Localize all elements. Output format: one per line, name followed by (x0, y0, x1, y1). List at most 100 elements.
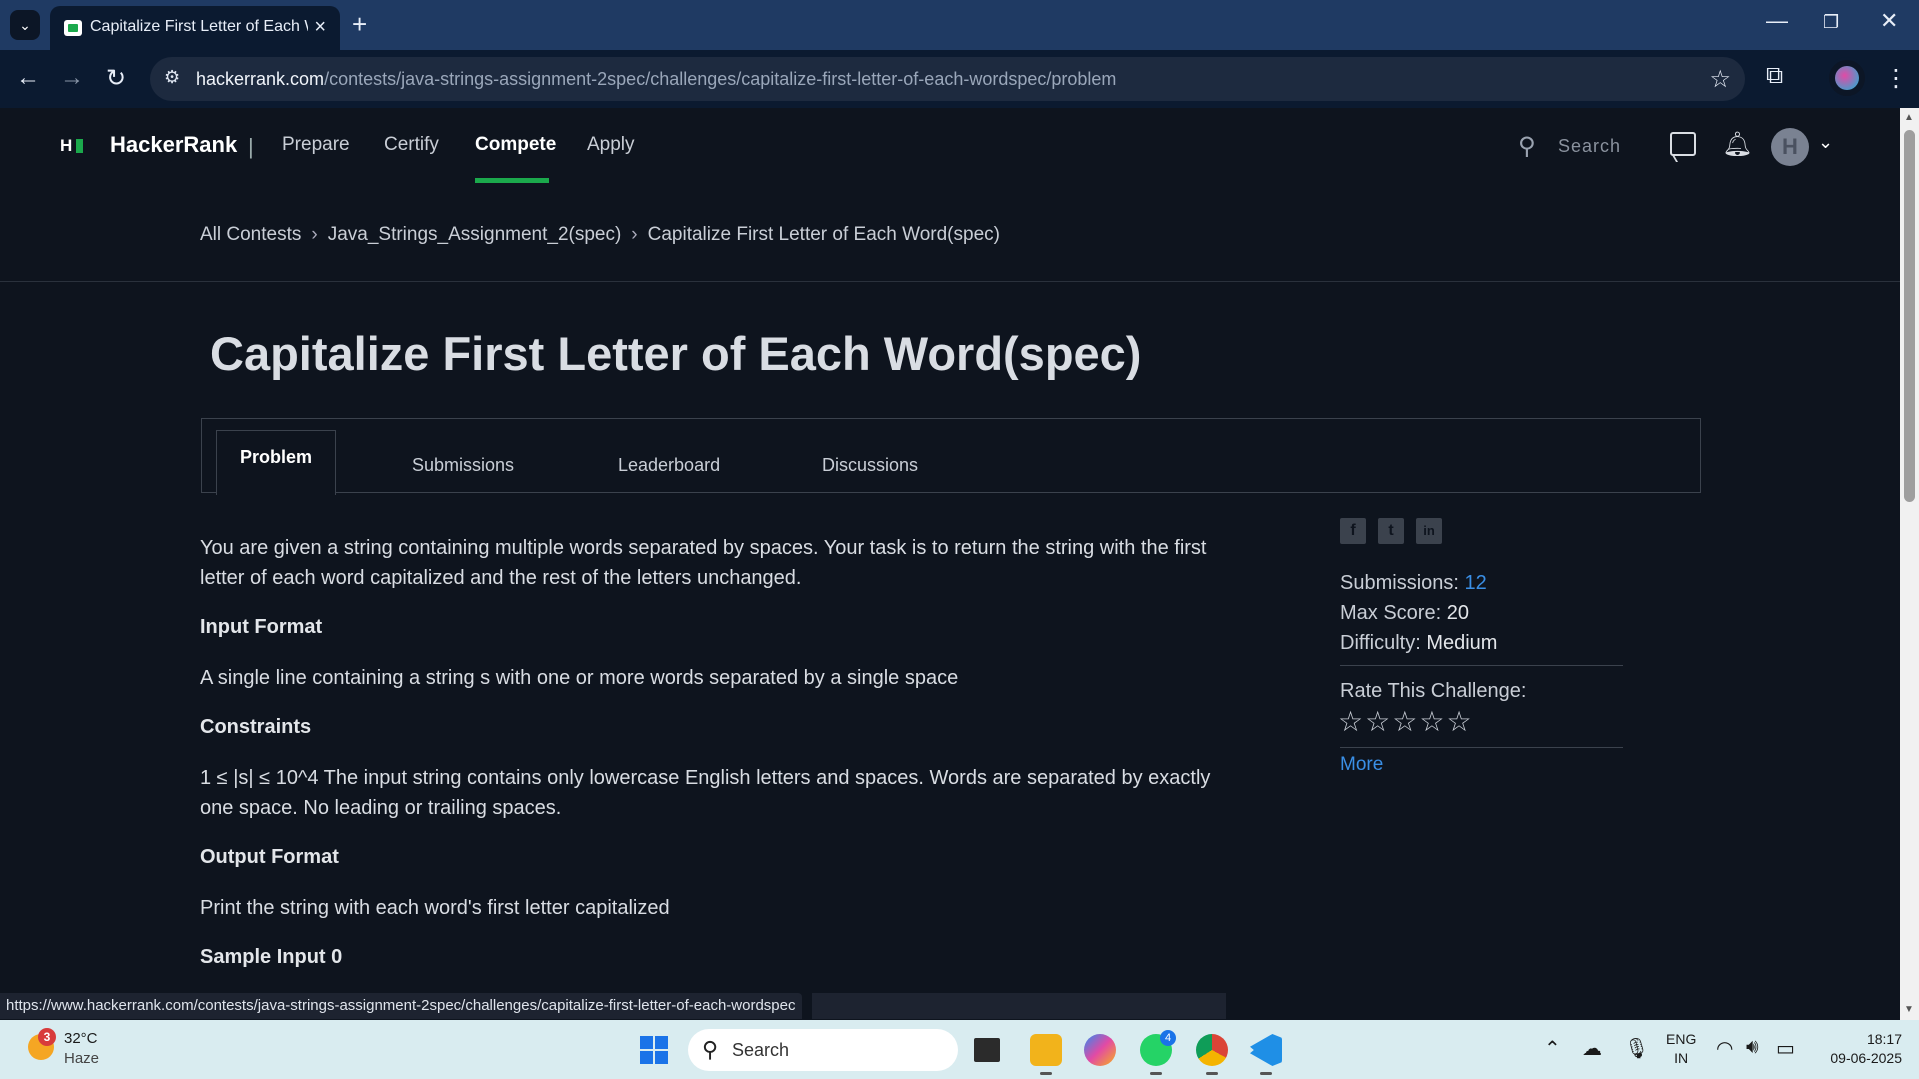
system-clock[interactable]: 18:17 09-06-2025 (1812, 1030, 1902, 1068)
clock-time: 18:17 (1866, 1031, 1902, 1047)
close-tab-icon[interactable]: × (314, 16, 326, 39)
chat-icon[interactable] (1670, 132, 1696, 156)
chevron-down-icon: ⌄ (19, 16, 31, 33)
volume-icon[interactable]: 🔊︎ (1746, 1036, 1759, 1059)
tab-problem[interactable]: Problem (216, 430, 336, 495)
close-window-icon[interactable]: ✕ (1880, 8, 1898, 34)
copilot-icon[interactable] (1084, 1034, 1116, 1066)
page-title: Capitalize First Letter of Each Word(spe… (210, 327, 1142, 380)
star-icon[interactable]: ☆ (1365, 706, 1392, 737)
chevron-right-icon: › (631, 224, 638, 245)
twitter-share-icon[interactable]: t (1378, 518, 1404, 544)
rating-stars: ☆☆☆☆☆ (1338, 705, 1474, 738)
challenge-tabs: Problem Submissions Leaderboard Discussi… (201, 418, 1701, 495)
weather-description[interactable]: Haze (64, 1050, 99, 1067)
running-indicator (1150, 1072, 1162, 1075)
scroll-up-icon[interactable]: ▲ (1904, 112, 1914, 123)
input-format-heading: Input Format (200, 616, 323, 638)
scroll-down-icon[interactable]: ▼ (1904, 1004, 1914, 1015)
tab-search-button[interactable]: ⌄ (10, 10, 40, 40)
status-bar-bg (812, 993, 1226, 1019)
divider (0, 281, 1900, 282)
breadcrumb-challenge[interactable]: Capitalize First Letter of Each Word(spe… (648, 224, 1000, 245)
windows-start-icon[interactable] (640, 1036, 668, 1064)
whatsapp-badge: 4 (1160, 1030, 1176, 1046)
sample-input-heading: Sample Input 0 (200, 946, 343, 968)
nav-prepare[interactable]: Prepare (282, 134, 350, 156)
linkedin-share-icon[interactable]: in (1416, 518, 1442, 544)
hackerrank-logo-icon[interactable]: H (60, 136, 83, 155)
star-icon[interactable]: ☆ (1392, 706, 1419, 737)
facebook-share-icon[interactable]: f (1340, 518, 1366, 544)
search-icon[interactable]: ⚲ (1518, 132, 1536, 161)
new-tab-icon[interactable]: + (352, 10, 367, 38)
breadcrumb: All Contests › Java_Strings_Assignment_2(s… (200, 224, 1000, 246)
active-nav-underline (475, 178, 549, 183)
browser-toolbar: ← → ↻ ⚙ hackerrank.com/contests/java-str… (0, 50, 1919, 108)
file-explorer-icon[interactable] (1030, 1034, 1062, 1066)
onedrive-icon[interactable]: ☁ (1582, 1036, 1602, 1061)
submissions-count-link[interactable]: 12 (1465, 572, 1487, 594)
vscode-icon[interactable] (1250, 1034, 1282, 1066)
input-format-text: A single line containing a string s with… (200, 667, 959, 689)
nav-apply[interactable]: Apply (587, 134, 635, 156)
chevron-down-icon[interactable]: ⌄ (1818, 132, 1833, 153)
restore-icon[interactable]: ❐ (1823, 12, 1839, 33)
difficulty-stat: Difficulty: Medium (1340, 632, 1497, 655)
chrome-icon[interactable] (1196, 1034, 1228, 1066)
taskbar-search-label: Search (732, 1040, 790, 1060)
difficulty-value: Medium (1426, 632, 1498, 654)
browser-tab-bar: ⌄ Capitalize First Letter of Each W × + … (0, 0, 1919, 50)
address-bar[interactable]: ⚙ hackerrank.com/contests/java-strings-a… (150, 57, 1745, 101)
page-scrollbar[interactable]: ▲ ▼ (1900, 108, 1919, 1020)
star-icon[interactable]: ☆ (1419, 706, 1446, 737)
back-icon[interactable]: ← (16, 64, 40, 92)
user-avatar[interactable]: H (1771, 128, 1809, 166)
tab-leaderboard[interactable]: Leaderboard (618, 455, 720, 476)
site-info-icon[interactable]: ⚙ (164, 67, 188, 91)
constraints-text: 1 ≤ |s| ≤ 10^4 The input string contains… (200, 767, 1211, 819)
language-indicator[interactable]: ENG IN (1666, 1030, 1696, 1068)
output-format-heading: Output Format (200, 846, 339, 868)
tab-submissions[interactable]: Submissions (412, 455, 514, 476)
star-icon[interactable]: ☆ (1446, 706, 1473, 737)
star-icon[interactable]: ☆ (1338, 706, 1365, 737)
running-indicator (1040, 1072, 1052, 1075)
search-input[interactable]: Search (1558, 136, 1621, 157)
notification-bell-icon[interactable]: 🔔︎ (1722, 130, 1752, 159)
running-indicator (1260, 1072, 1272, 1075)
wifi-icon[interactable]: ◠ (1716, 1036, 1733, 1061)
hackerrank-favicon-icon (64, 20, 82, 36)
status-url: https://www.hackerrank.com/contests/java… (0, 993, 802, 1019)
tab-discussions[interactable]: Discussions (822, 455, 918, 476)
scrollbar-thumb[interactable] (1904, 130, 1915, 502)
minimize-icon[interactable]: — (1766, 8, 1788, 34)
browser-tab[interactable]: Capitalize First Letter of Each W × (50, 6, 340, 50)
breadcrumb-all-contests[interactable]: All Contests (200, 224, 301, 245)
max-score-stat: Max Score: 20 (1340, 602, 1469, 625)
weather-temperature[interactable]: 32°C (64, 1030, 98, 1047)
more-link[interactable]: More (1340, 754, 1383, 776)
more-menu-icon[interactable]: ⋮ (1884, 64, 1908, 93)
battery-icon[interactable]: ▭ (1776, 1036, 1795, 1061)
taskbar-search[interactable]: ⚲ Search (688, 1029, 958, 1071)
task-view-icon[interactable] (974, 1038, 1000, 1062)
max-score-value: 20 (1446, 602, 1469, 624)
brand-name[interactable]: HackerRank (110, 132, 237, 158)
bookmark-star-icon[interactable]: ☆ (1709, 65, 1731, 94)
chevron-right-icon: › (311, 224, 318, 245)
extensions-icon[interactable]: ⧉ (1766, 62, 1783, 90)
output-format-text: Print the string with each word's first … (200, 897, 670, 919)
chevron-up-icon[interactable]: ⌃ (1544, 1036, 1561, 1061)
profile-avatar[interactable] (1826, 57, 1868, 99)
microphone-icon[interactable]: 🎙︎ (1624, 1036, 1649, 1061)
forward-icon[interactable]: → (60, 64, 84, 92)
nav-compete[interactable]: Compete (475, 134, 556, 156)
brand-separator: | (248, 134, 254, 159)
max-score-label: Max Score: (1340, 602, 1442, 624)
search-icon: ⚲ (702, 1037, 719, 1062)
nav-certify[interactable]: Certify (384, 134, 439, 156)
breadcrumb-contest[interactable]: Java_Strings_Assignment_2(spec) (328, 224, 622, 245)
site-header: H HackerRank | Prepare Certify Compete A… (0, 108, 1900, 183)
reload-icon[interactable]: ↻ (106, 64, 126, 93)
